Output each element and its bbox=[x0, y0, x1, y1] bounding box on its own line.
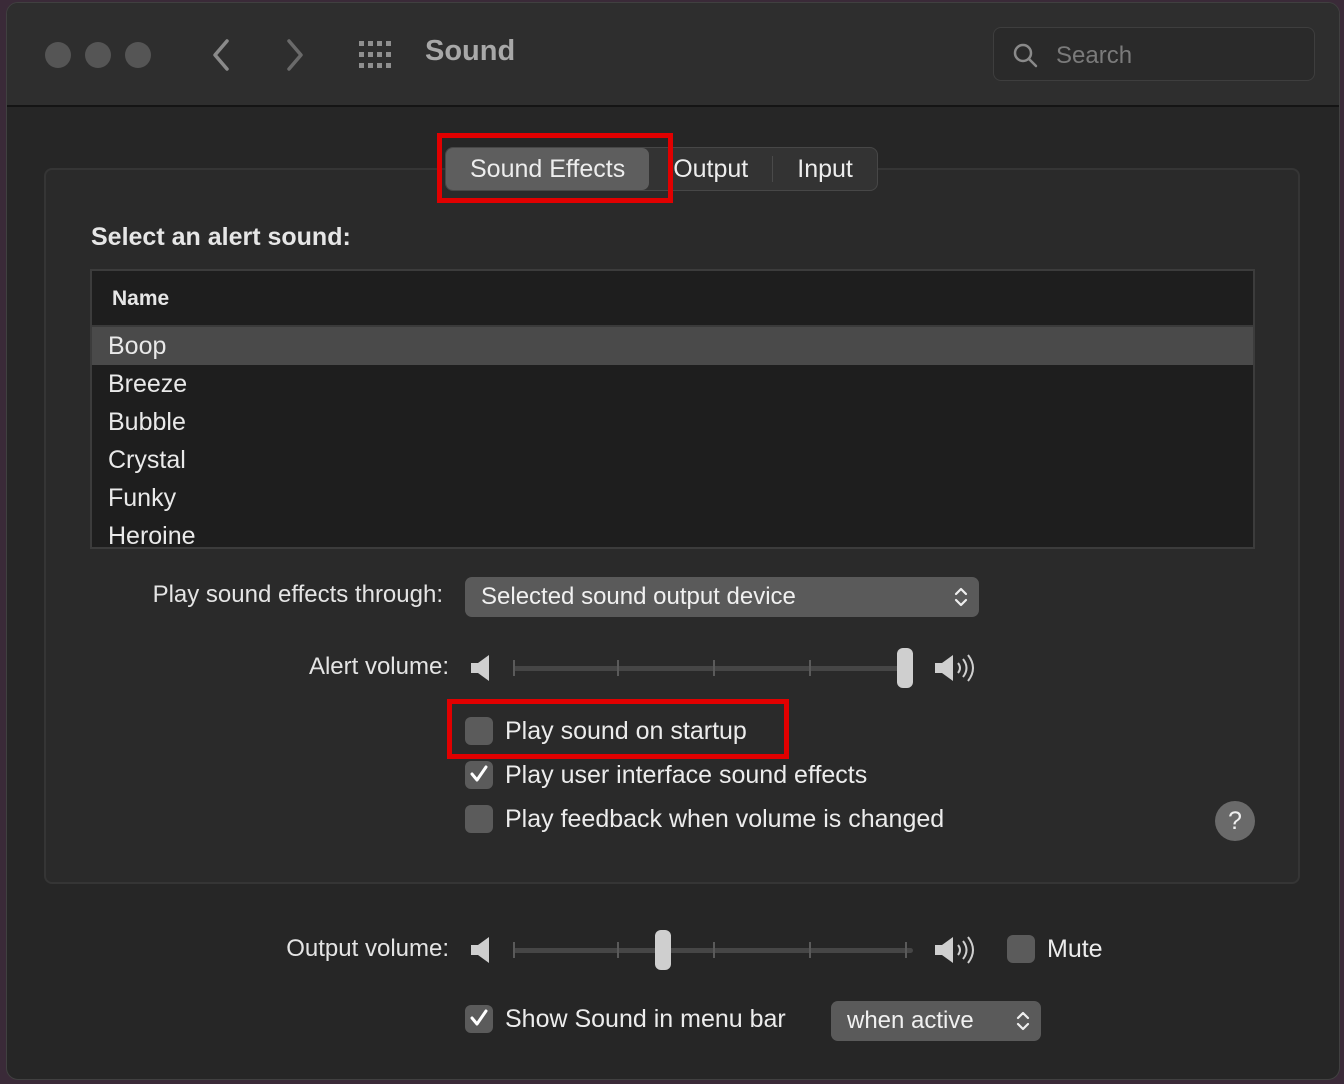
list-item[interactable]: Heroine bbox=[92, 517, 1253, 547]
slider-knob[interactable] bbox=[897, 648, 913, 688]
feedback-checkbox[interactable] bbox=[465, 805, 493, 833]
grid-icon[interactable] bbox=[357, 39, 395, 71]
menu-bar-checkbox[interactable] bbox=[465, 1005, 493, 1033]
slider-tick bbox=[809, 660, 811, 676]
list-item[interactable]: Boop bbox=[92, 327, 1253, 365]
slider-knob[interactable] bbox=[655, 930, 672, 970]
highlight-box-startup bbox=[447, 699, 789, 759]
alert-volume-label: Alert volume: bbox=[308, 653, 449, 680]
alert-sound-list[interactable]: Name Boop Breeze Bubble Crystal Funky He… bbox=[90, 269, 1255, 549]
speaker-loud-icon bbox=[935, 654, 974, 682]
checkmark-icon bbox=[470, 765, 488, 782]
output-volume-label: Output volume: bbox=[286, 935, 449, 962]
slider-tick bbox=[905, 942, 907, 958]
alert-volume-slider[interactable] bbox=[513, 648, 913, 688]
ui-effects-checkbox[interactable] bbox=[465, 761, 493, 789]
help-icon[interactable]: ? bbox=[1215, 801, 1255, 841]
slider-tick bbox=[617, 942, 619, 958]
menu-bar-option: when active bbox=[847, 1007, 974, 1034]
forward-icon[interactable] bbox=[275, 33, 315, 77]
search-icon bbox=[1013, 43, 1038, 68]
alert-sound-heading: Select an alert sound: bbox=[91, 223, 351, 251]
chevron-updown-icon bbox=[1016, 1011, 1030, 1031]
close-icon[interactable] bbox=[45, 42, 71, 68]
sound-preferences-window: Sound Search Sound Effects Output Input … bbox=[6, 2, 1340, 1080]
menu-bar-popup[interactable]: when active bbox=[831, 1001, 1041, 1041]
speaker-quiet-icon bbox=[471, 655, 489, 681]
mute-checkbox[interactable] bbox=[1007, 935, 1035, 963]
slider-tick bbox=[713, 660, 715, 676]
checkmark-icon bbox=[470, 1009, 488, 1026]
chevron-updown-icon bbox=[954, 587, 968, 607]
slider-tick bbox=[809, 942, 811, 958]
speaker-quiet-icon bbox=[471, 937, 489, 963]
list-item[interactable]: Crystal bbox=[92, 441, 1253, 479]
mute-label: Mute bbox=[1047, 935, 1103, 963]
list-item[interactable]: Bubble bbox=[92, 403, 1253, 441]
slider-tick bbox=[617, 660, 619, 676]
ui-effects-label: Play user interface sound effects bbox=[505, 761, 868, 789]
window-title: Sound bbox=[425, 35, 516, 67]
column-header-name[interactable]: Name bbox=[92, 271, 1253, 327]
menu-bar-label: Show Sound in menu bar bbox=[505, 1005, 786, 1033]
speaker-loud-icon bbox=[935, 936, 974, 964]
slider-tick bbox=[713, 942, 715, 958]
slider-tick bbox=[513, 942, 515, 958]
tab-input[interactable]: Input bbox=[773, 148, 877, 190]
back-icon[interactable] bbox=[201, 33, 241, 77]
list-item[interactable]: Funky bbox=[92, 479, 1253, 517]
play-through-popup[interactable]: Selected sound output device bbox=[465, 577, 979, 617]
list-item[interactable]: Breeze bbox=[92, 365, 1253, 403]
zoom-icon[interactable] bbox=[125, 42, 151, 68]
output-volume-slider[interactable] bbox=[513, 930, 913, 970]
play-through-label: Play sound effects through: bbox=[152, 581, 443, 608]
minimize-icon[interactable] bbox=[85, 42, 111, 68]
titlebar: Sound Search bbox=[7, 3, 1339, 107]
search-field[interactable]: Search bbox=[993, 27, 1315, 81]
slider-tick bbox=[513, 660, 515, 676]
search-placeholder: Search bbox=[1056, 42, 1133, 69]
highlight-box-tab bbox=[437, 133, 673, 203]
play-through-value: Selected sound output device bbox=[481, 583, 796, 610]
feedback-label: Play feedback when volume is changed bbox=[505, 805, 945, 833]
